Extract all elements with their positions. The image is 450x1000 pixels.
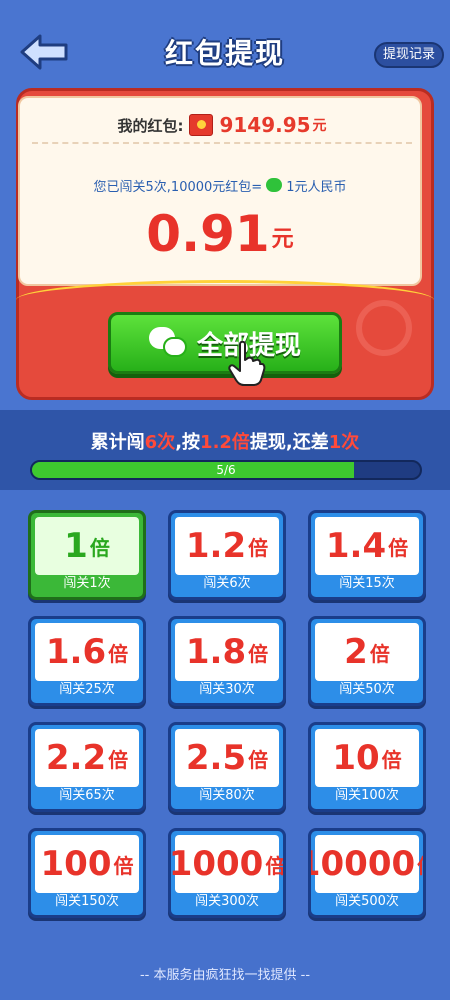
tier-multiplier-unit: 倍 (417, 850, 423, 879)
tier-multiplier: 2.2 倍 (35, 729, 139, 787)
tier-requirement: 闯关50次 (339, 682, 395, 697)
tier-multiplier-value: 100 (40, 844, 112, 884)
tier-multiplier: 2倍 (315, 623, 419, 681)
tier-requirement: 闯关500次 (335, 894, 399, 909)
tier-multiplier-unit: 倍 (388, 535, 409, 560)
wallet-unit: 元 (312, 118, 327, 134)
tier-requirement: 闯关25次 (59, 682, 115, 697)
withdraw-all-button[interactable]: 全部提现 (108, 312, 342, 374)
withdraw-amount-unit: 元 (271, 227, 294, 252)
tier-multiplier-value: 1 (64, 526, 88, 566)
tier-card[interactable]: 2.5 倍闯关80次 (168, 722, 286, 812)
tier-multiplier-value: 2.5 (185, 738, 247, 778)
tier-multiplier-value: 2.2 (45, 738, 107, 778)
tier-multiplier: 1.6 倍 (35, 623, 139, 681)
tier-card[interactable]: 1.4 倍闯关15次 (308, 510, 426, 600)
tier-multiplier-unit: 倍 (108, 747, 129, 772)
tier-requirement: 闯关15次 (339, 576, 395, 591)
tier-grid: 1 倍闯关1次 1.2 倍闯关6次 1.4 倍闯关15次 1.6 倍闯关25次 1.8 倍闯关30… (28, 510, 426, 918)
tier-requirement: 闯关150次 (55, 894, 119, 909)
wallet-row: 我的红包: 9149.95 元 (32, 108, 412, 144)
progress-bar: 5/6 (30, 460, 422, 480)
tier-multiplier-value: 10 (332, 738, 380, 778)
tier-multiplier-unit: 倍 (248, 535, 269, 560)
tier-card[interactable]: 2.2 倍闯关65次 (28, 722, 146, 812)
exchange-info-rate: 1元人民币 (286, 179, 347, 195)
progress-remaining: 1次 (328, 432, 360, 453)
wechat-small-icon (266, 178, 283, 192)
progress-prefix: 累计闯 (90, 432, 145, 453)
tier-multiplier-value: 2 (344, 632, 368, 672)
tier-requirement: 闯关30次 (199, 682, 255, 697)
progress-label: 5/6 (216, 463, 236, 477)
tier-multiplier: 1.8 倍 (175, 623, 279, 681)
tier-requirement: 闯关65次 (59, 788, 115, 803)
tier-multiplier: 10 倍 (315, 729, 419, 787)
wallet-label: 我的红包: (117, 116, 184, 135)
tier-card[interactable]: 10000倍闯关500次 (308, 828, 426, 918)
magnifier-icon (356, 300, 412, 356)
tier-requirement: 闯关300次 (195, 894, 259, 909)
tier-card[interactable]: 1 倍闯关1次 (28, 510, 146, 600)
tier-multiplier-value: 1.6 (45, 632, 107, 672)
wechat-icon (148, 327, 187, 359)
wallet-amount: 9149.95 (219, 113, 311, 137)
exchange-info-text: 您已闯关5次,10000元红包= (93, 179, 263, 195)
tier-requirement: 闯关6次 (203, 576, 251, 591)
progress-mid: ,按 (175, 432, 201, 453)
tier-multiplier-value: 1000 (168, 844, 264, 884)
withdraw-history-button[interactable]: 提现记录 (374, 42, 444, 68)
progress-multiplier: 1.2倍 (200, 432, 250, 453)
tier-card[interactable]: 100 倍闯关150次 (28, 828, 146, 918)
tier-requirement: 闯关100次 (335, 788, 399, 803)
tier-multiplier-value: 1.8 (185, 632, 247, 672)
tier-requirement: 闯关1次 (63, 576, 111, 591)
tier-card[interactable]: 2 倍闯关50次 (308, 616, 426, 706)
tier-multiplier-unit: 倍 (248, 641, 269, 666)
tier-multiplier-unit: 倍 (248, 747, 269, 772)
red-packet-icon (189, 114, 214, 136)
withdraw-amount-value: 0.91 (146, 205, 270, 263)
tier-multiplier-value: 1.2 (185, 526, 247, 566)
tier-multiplier-unit: 倍 (113, 853, 134, 878)
tier-multiplier-unit: 倍 (369, 641, 390, 666)
tier-multiplier-unit: 倍 (381, 747, 402, 772)
tier-card[interactable]: 1.8 倍闯关30次 (168, 616, 286, 706)
withdraw-amount: 0.91 元 (18, 206, 422, 262)
tier-multiplier: 1.4 倍 (315, 517, 419, 575)
tier-multiplier-value: 10000 (308, 844, 416, 884)
tier-multiplier-unit: 倍 (265, 853, 286, 878)
tier-multiplier: 1.2 倍 (175, 517, 279, 575)
progress-summary: 累计闯6次,按1.2倍提现,还差1次 (0, 428, 450, 454)
tier-multiplier-unit: 倍 (108, 641, 129, 666)
pointing-hand-icon (228, 340, 266, 386)
tier-card[interactable]: 1.2 倍闯关6次 (168, 510, 286, 600)
footer-text: -- 本服务由疯狂找一找提供 -- (139, 968, 311, 983)
tier-multiplier: 1倍 (35, 517, 139, 575)
progress-suffix: 提现,还差 (249, 432, 329, 453)
tier-card[interactable]: 1.6 倍闯关25次 (28, 616, 146, 706)
progress-count: 6次 (144, 432, 176, 453)
tier-multiplier: 1000 倍 (171, 835, 283, 893)
tier-multiplier: 2.5 倍 (175, 729, 279, 787)
tier-requirement: 闯关80次 (199, 788, 255, 803)
tier-multiplier: 100 倍 (35, 835, 139, 893)
tier-multiplier-unit: 倍 (89, 535, 110, 560)
tier-multiplier-value: 1.4 (325, 526, 387, 566)
tier-card[interactable]: 10 倍闯关100次 (308, 722, 426, 812)
tier-multiplier: 10000倍 (311, 835, 423, 893)
tier-card[interactable]: 1000 倍闯关300次 (168, 828, 286, 918)
exchange-info: 您已闯关5次,10000元红包= 1元人民币 (18, 174, 422, 196)
